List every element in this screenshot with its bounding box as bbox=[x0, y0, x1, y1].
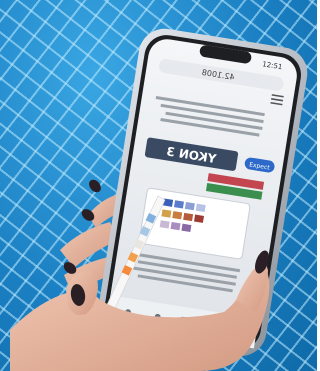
phone: 12:51 42.1008 YKON 3 Expect bbox=[98, 28, 308, 357]
photo-scene: 12:51 42.1008 YKON 3 Expect bbox=[0, 0, 317, 371]
photo-svg: 12:51 42.1008 YKON 3 Expect bbox=[10, 28, 308, 371]
